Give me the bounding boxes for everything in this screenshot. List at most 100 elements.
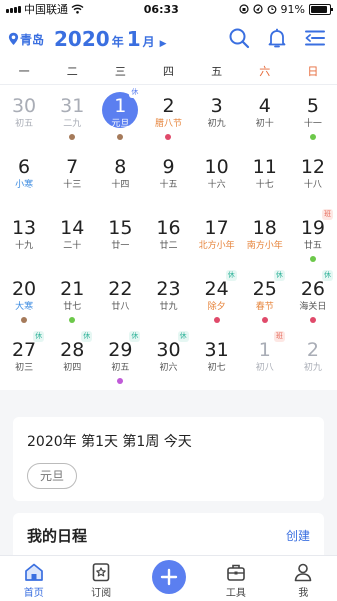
day-number: 6 <box>18 156 31 178</box>
year-unit: 年 <box>111 35 124 49</box>
calendar-day[interactable]: 22 廿八 <box>96 268 144 329</box>
weekday-label: 二 <box>66 65 78 78</box>
tab-tools[interactable]: 工具 <box>202 556 269 601</box>
calendar-day[interactable]: 31 初七 <box>193 329 241 390</box>
battery-percent: 91% <box>280 2 305 16</box>
calendar-day[interactable]: 29 初五 休 <box>96 329 144 390</box>
holiday-rest-badge: 休 <box>129 87 141 98</box>
tab-add[interactable] <box>135 556 202 601</box>
add-icon <box>160 568 177 586</box>
calendar-day[interactable]: 6 小寒 <box>0 146 48 207</box>
calendar-day[interactable]: 12 十八 <box>289 146 337 207</box>
day-number: 31 <box>60 95 85 117</box>
event-dot <box>309 317 316 323</box>
calendar-day[interactable]: 14 二十 <box>48 207 96 268</box>
city-name: 青岛 <box>20 32 45 47</box>
weekday-label: 五 <box>211 65 223 78</box>
tab-subscribe[interactable]: 订阅 <box>67 556 134 601</box>
day-number: 20 <box>11 278 37 300</box>
tab-label: 首页 <box>23 588 44 599</box>
weekday-header: 一 二 三 四 五 六 日 <box>0 60 337 85</box>
calendar-day[interactable]: 5 十一 <box>289 85 337 146</box>
calendar-day[interactable]: 27 初三 休 <box>0 329 48 390</box>
holiday-rest-badge: 休 <box>33 331 45 342</box>
day-number: 15 <box>108 217 133 239</box>
calendar-week-row: 6 小寒 7 十三 8 十四 9 十五 10 十六 11 十七 12 十八 <box>0 146 337 207</box>
lunar-label: 初六 <box>159 363 178 373</box>
calendar-day[interactable]: 28 初四 休 <box>48 329 96 390</box>
calendar-day[interactable]: 23 廿九 <box>144 268 192 329</box>
event-dot <box>165 134 172 140</box>
lunar-label: 廿二 <box>159 241 178 251</box>
calendar-day[interactable]: 31 二九 <box>48 85 96 146</box>
calendar-day[interactable]: 16 廿二 <box>144 207 192 268</box>
calendar-day[interactable]: 20 大寒 <box>0 268 48 329</box>
tab-me[interactable]: 我 <box>270 556 337 601</box>
calendar-day[interactable]: 2 腊八节 <box>144 85 192 146</box>
calendar-day[interactable]: 8 十四 <box>96 146 144 207</box>
event-dot <box>21 317 28 323</box>
calendar-day[interactable]: 24 除夕 休 <box>193 268 241 329</box>
holiday-rest-badge: 休 <box>177 331 189 342</box>
calendar-day[interactable]: 11 十七 <box>241 146 289 207</box>
lunar-label: 初九 <box>303 363 322 373</box>
calendar-day[interactable]: 17 北方小年 <box>193 207 241 268</box>
create-schedule-button[interactable]: 创建 <box>286 527 310 544</box>
lunar-label: 南方小年 <box>246 241 283 251</box>
alarm-icon <box>267 5 276 14</box>
lunar-label: 初三 <box>15 363 34 373</box>
calendar-day[interactable]: 7 十三 <box>48 146 96 207</box>
carrier-name: 中国联通 <box>24 3 68 16</box>
calendar-day[interactable]: 15 廿一 <box>96 207 144 268</box>
calendar-day[interactable]: 13 十九 <box>0 207 48 268</box>
calendar-day[interactable]: 25 春节 休 <box>241 268 289 329</box>
menu-collapse-icon[interactable] <box>303 26 327 50</box>
calendar-day-today[interactable]: 1 元旦 休 <box>96 85 144 146</box>
event-dot <box>309 134 316 140</box>
lock-rotation-icon <box>238 4 249 14</box>
event-dot <box>117 134 124 140</box>
month-selector[interactable]: 2020 年 1 月 ▶ <box>54 27 167 51</box>
calendar-day[interactable]: 3 初九 <box>193 85 241 146</box>
day-number: 26 <box>300 278 325 300</box>
add-button[interactable] <box>151 560 186 594</box>
location-selector[interactable]: 青岛 <box>8 31 44 48</box>
day-number: 16 <box>156 217 181 239</box>
signal-icon <box>6 5 21 13</box>
location-pin-icon <box>8 32 19 45</box>
calendar-day[interactable]: 2 初九 <box>289 329 337 390</box>
subscribe-icon <box>92 563 110 582</box>
calendar-day[interactable]: 21 廿七 <box>48 268 96 329</box>
tab-label: 订阅 <box>91 588 112 599</box>
calendar-day[interactable]: 1 初八 班 <box>241 329 289 390</box>
weekday-label: 三 <box>114 65 126 78</box>
calendar-day[interactable]: 4 初十 <box>241 85 289 146</box>
battery-icon <box>309 3 333 15</box>
calendar-day[interactable]: 19 廿五 班 <box>289 207 337 268</box>
festival-tag[interactable]: 元旦 <box>27 463 78 489</box>
day-number: 29 <box>108 339 133 361</box>
day-number: 28 <box>60 339 85 361</box>
search-icon[interactable] <box>227 26 251 50</box>
calendar-day[interactable]: 30 初六 休 <box>144 329 192 390</box>
day-number: 9 <box>162 156 175 178</box>
calendar-day[interactable]: 18 南方小年 <box>241 207 289 268</box>
calendar-day[interactable]: 10 十六 <box>193 146 241 207</box>
tab-home[interactable]: 首页 <box>0 556 67 601</box>
day-number: 1 <box>258 339 271 361</box>
lunar-label: 初八 <box>255 363 274 373</box>
home-icon <box>24 563 43 581</box>
day-info-card[interactable]: 2020年 第1天 第1周 今天 元旦 <box>13 417 324 501</box>
event-dot <box>213 317 220 323</box>
lunar-label: 初七 <box>207 363 226 373</box>
calendar-day[interactable]: 9 十五 <box>144 146 192 207</box>
calendar-day[interactable]: 26 海关日 休 <box>289 268 337 329</box>
bell-icon[interactable] <box>265 26 289 50</box>
lunar-label: 十三 <box>63 180 82 190</box>
calendar-day[interactable]: 30 初五 <box>0 85 48 146</box>
day-number: 30 <box>156 339 181 361</box>
lunar-label: 元旦 <box>111 119 130 129</box>
lunar-label: 初四 <box>63 363 82 373</box>
weekday-label: 一 <box>18 65 30 78</box>
day-number: 19 <box>300 217 325 239</box>
